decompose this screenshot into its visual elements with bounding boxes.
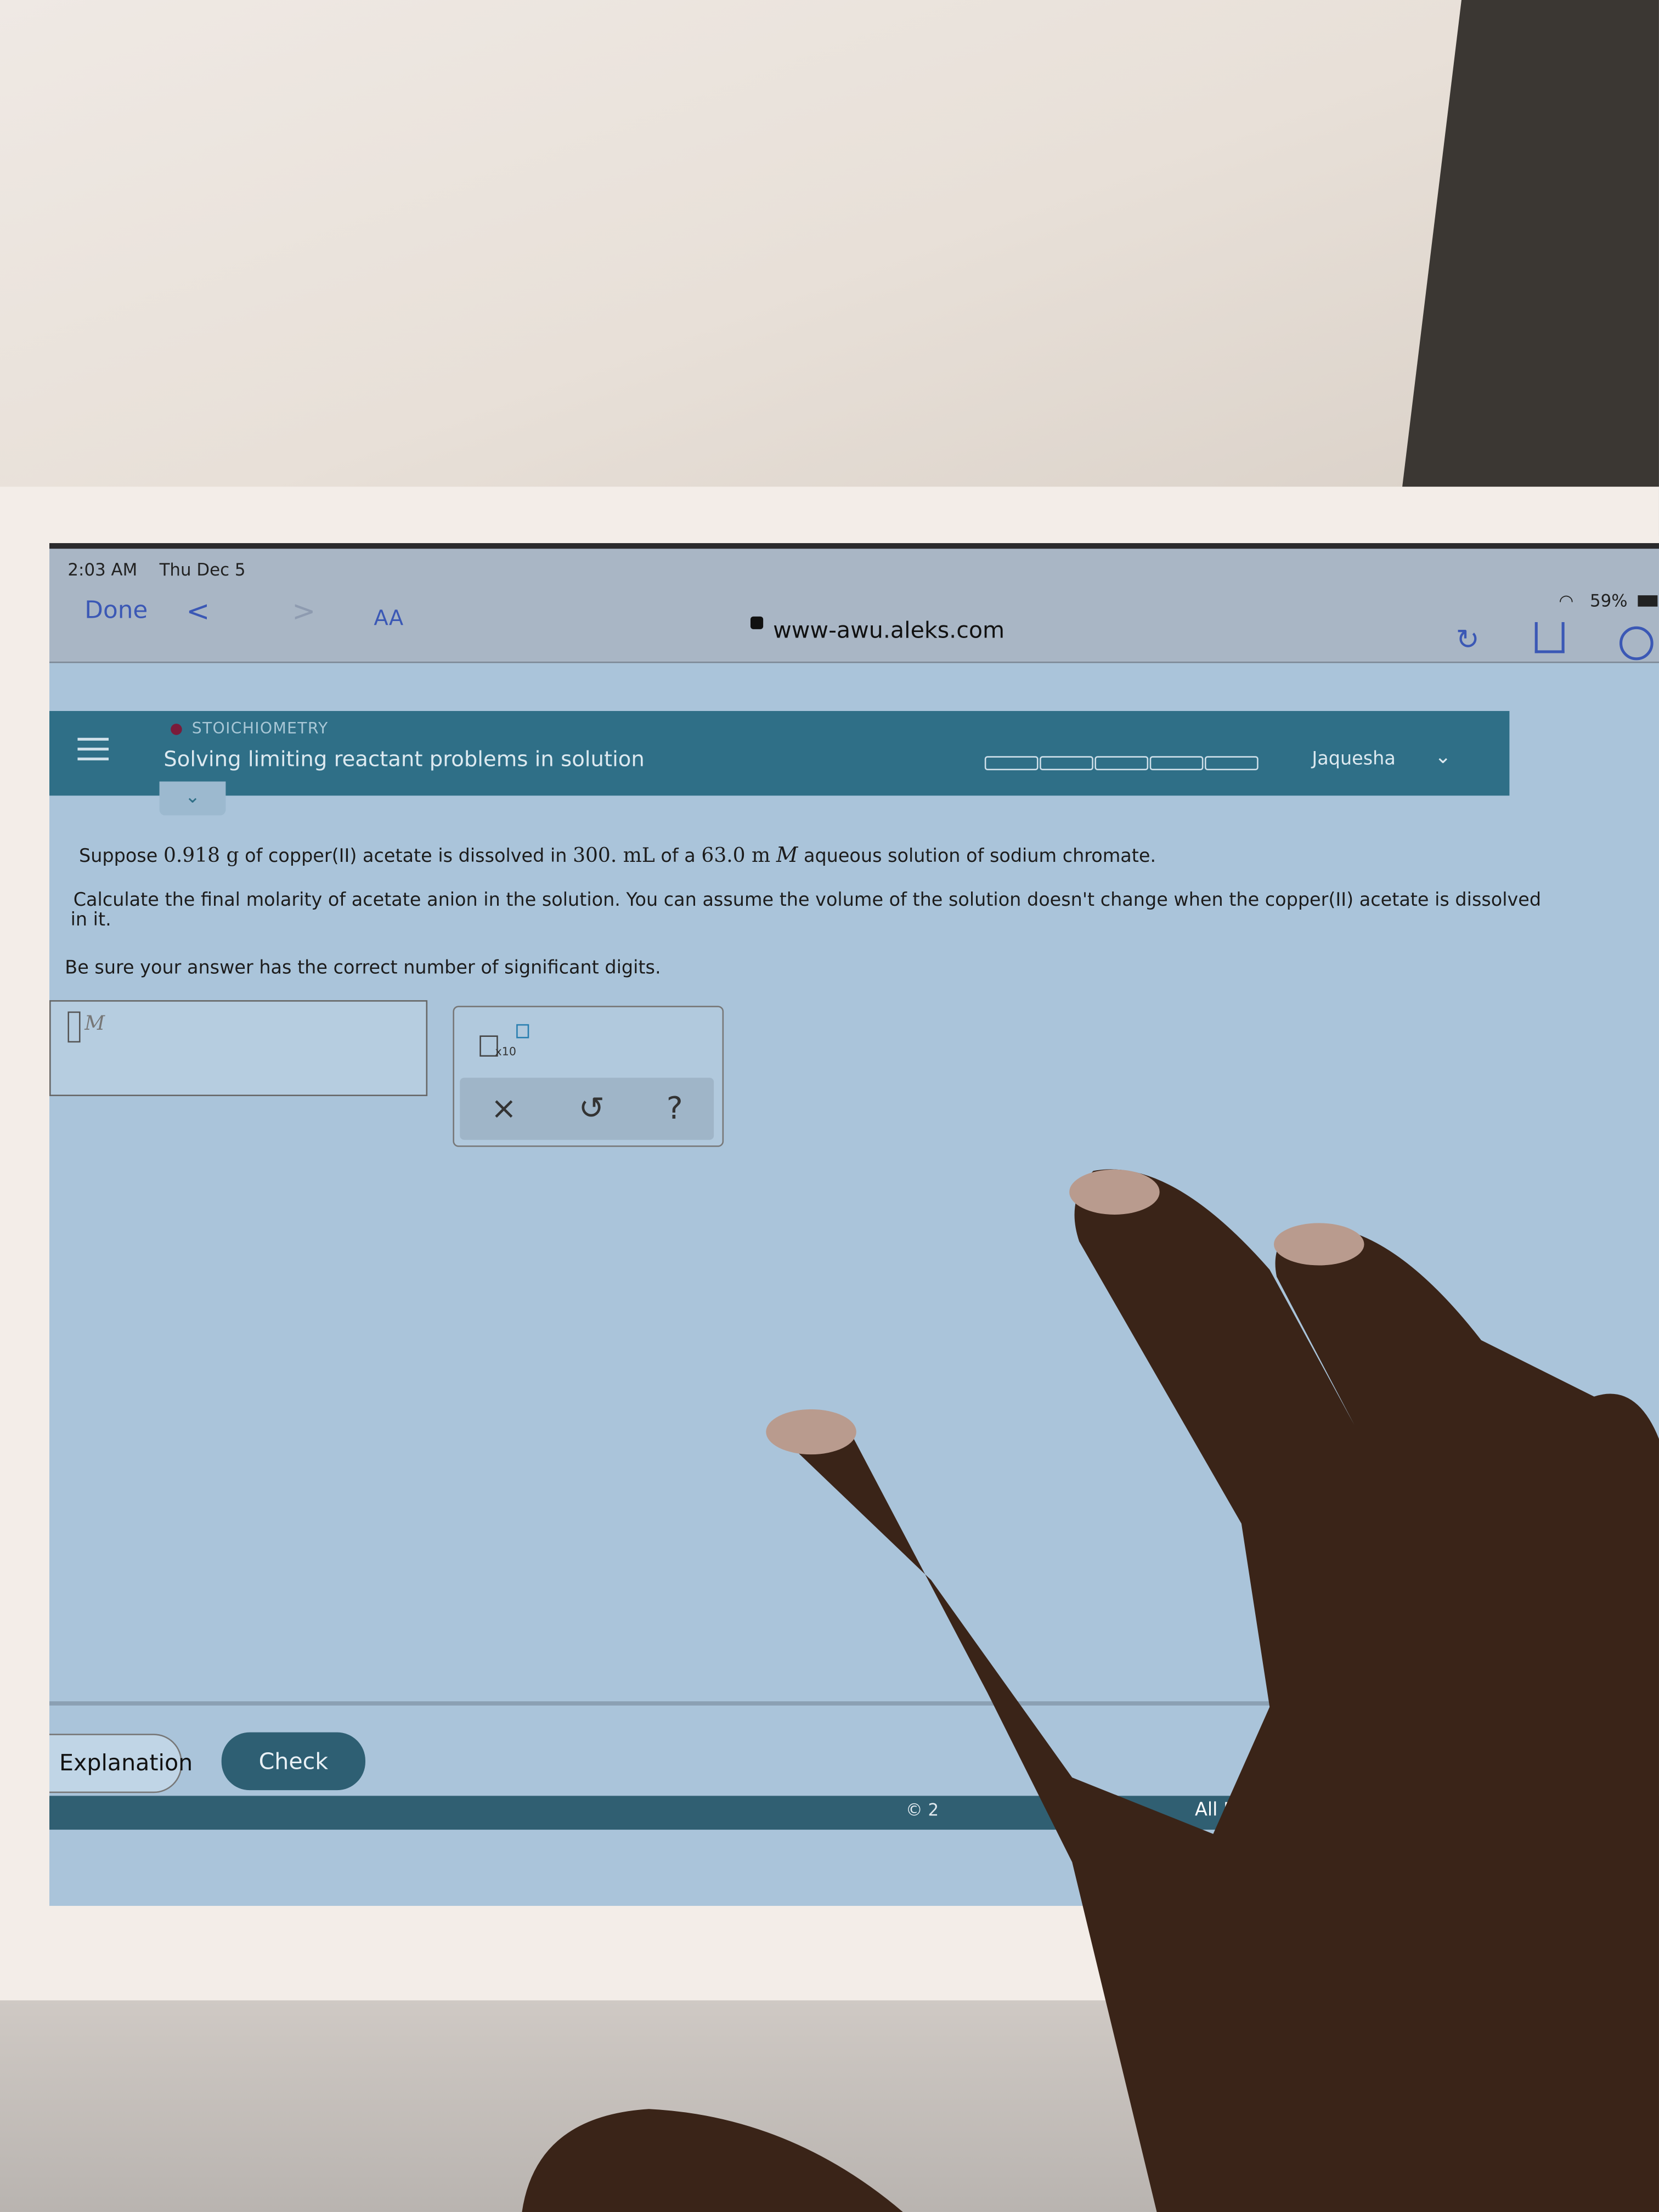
fingernail [1273,1223,1364,1266]
fingernail [1069,1169,1160,1215]
thumb-shape [522,2109,903,2212]
hand-shape [769,1169,1659,2212]
hand-photo-overlay [522,1169,1659,2212]
fingernail [766,1409,856,1455]
